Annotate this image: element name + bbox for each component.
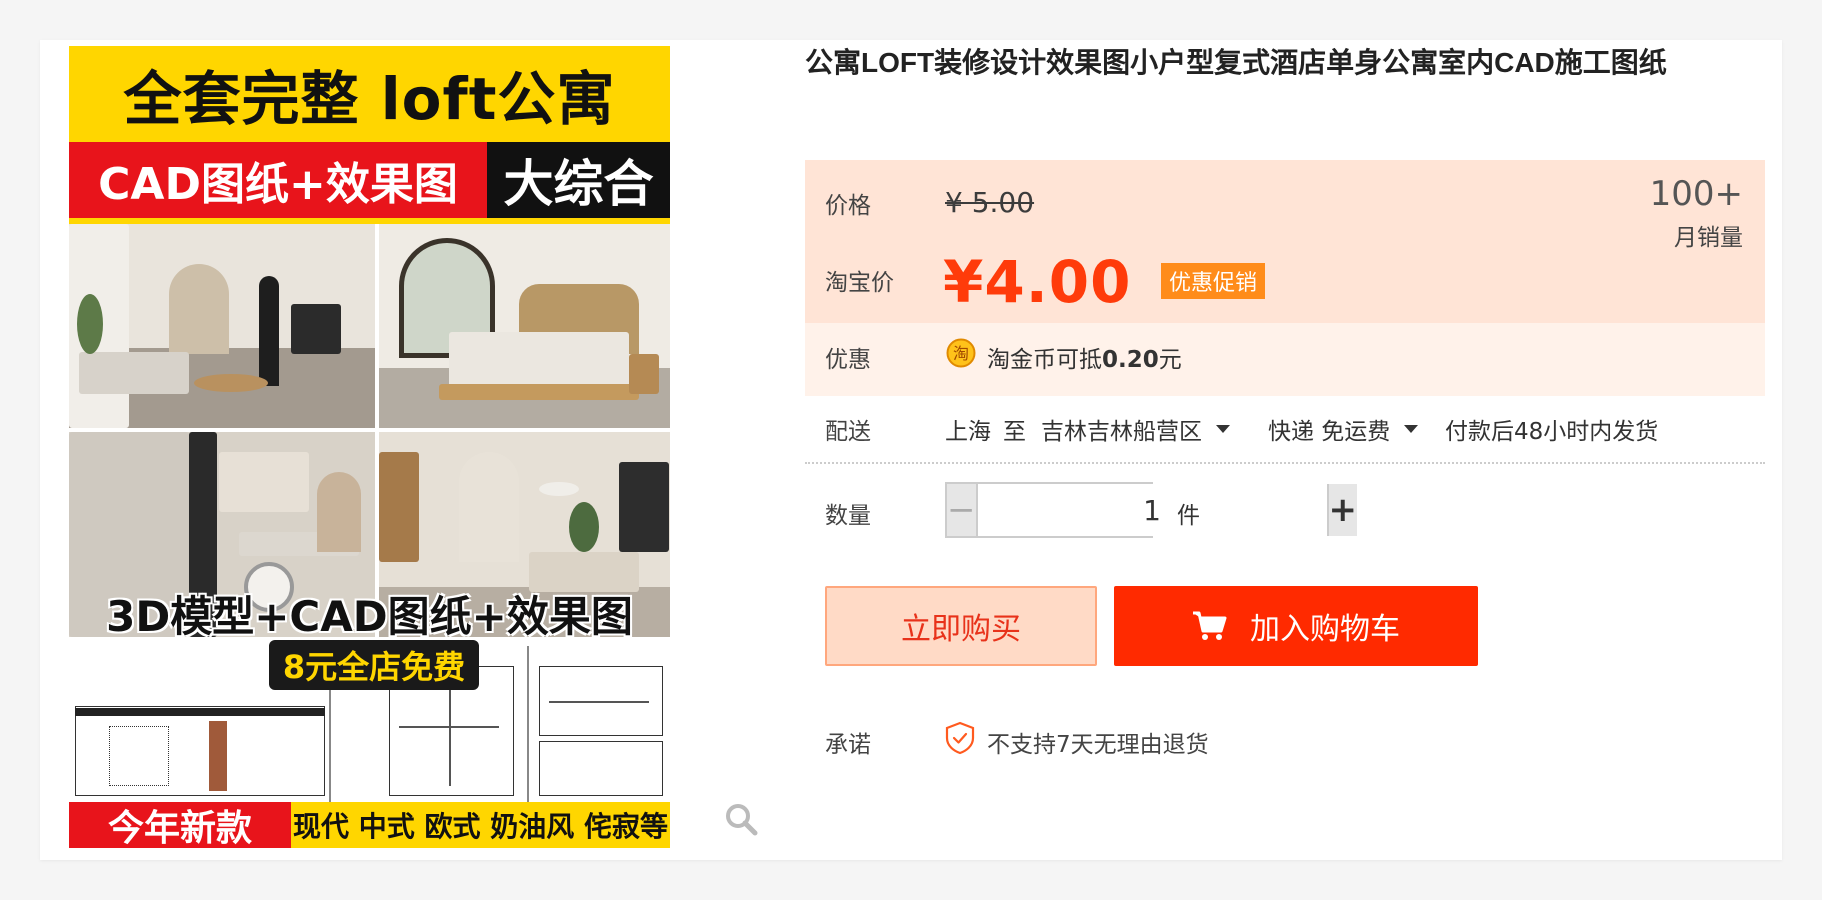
coin-text-suffix: 元 xyxy=(1158,347,1182,373)
svg-text:淘: 淘 xyxy=(953,344,969,363)
free-tag: 8元全店免费 xyxy=(269,640,479,690)
discount-label: 优惠 xyxy=(825,347,871,373)
image-bottom-banner: 今年新款 现代 中式 欧式 奶油风 侘寂等 xyxy=(69,802,670,848)
current-price: ¥4.00 xyxy=(943,248,1132,316)
original-price: ¥ 5.00 xyxy=(945,186,1035,219)
image-red-band: CAD图纸+效果图 大综合 xyxy=(69,142,670,218)
taobao-price-label: 淘宝价 xyxy=(825,270,894,296)
shipping-label: 配送 xyxy=(825,419,871,445)
coin-amount: 0.20 xyxy=(1102,347,1159,373)
promise-label: 承诺 xyxy=(825,732,871,758)
ship-from-city: 上海 xyxy=(945,419,991,445)
promo-badge: 优惠促销 xyxy=(1161,263,1266,299)
quantity-stepper: − + xyxy=(945,482,1357,538)
shipping-method-text: 快递 免运费 xyxy=(1268,419,1391,445)
quantity-label: 数量 xyxy=(825,503,871,529)
photo-bedroom xyxy=(379,224,670,428)
destination-selector[interactable]: 吉林吉林船营区 xyxy=(1041,396,1230,462)
image-caption: 3D模型+CAD图纸+效果图 xyxy=(106,591,633,641)
search-icon[interactable] xyxy=(724,802,758,836)
coin-icon: 淘 xyxy=(946,338,976,368)
quantity-unit: 件 xyxy=(1177,503,1200,529)
product-title: 公寓LOFT装修设计效果图小户型复式酒店单身公寓室内CAD施工图纸 xyxy=(805,47,1667,78)
add-to-cart-button[interactable]: 加入购物车 xyxy=(1114,586,1478,666)
caret-down-icon xyxy=(1404,425,1419,433)
add-to-cart-label: 加入购物车 xyxy=(1250,612,1400,647)
ship-from: 上海 至 xyxy=(945,396,1026,462)
caret-down-icon xyxy=(1216,425,1230,433)
increase-button[interactable]: + xyxy=(1326,484,1357,536)
image-band-right: 大综合 xyxy=(487,142,670,218)
coin-text-prefix: 淘金币可抵 xyxy=(987,347,1102,373)
buy-now-button[interactable]: 立即购买 xyxy=(825,586,1097,666)
product-main-image[interactable]: 全套完整 loft公寓 CAD图纸+效果图 大综合 3D模型+CAD图纸+效果图… xyxy=(69,46,670,848)
destination-text: 吉林吉林船营区 xyxy=(1041,419,1202,445)
coin-discount-text: 淘金币可抵0.20元 xyxy=(987,340,1182,374)
decrease-button[interactable]: − xyxy=(947,484,978,536)
cart-icon xyxy=(1193,611,1227,640)
price-label: 价格 xyxy=(825,193,871,219)
shipping-method-selector[interactable]: 快递 免运费 xyxy=(1268,396,1419,462)
quantity-input[interactable] xyxy=(977,484,1327,536)
image-bottom-left: 今年新款 xyxy=(69,802,291,848)
ship-to-word: 至 xyxy=(1003,419,1026,445)
monthly-sales-label: 月销量 xyxy=(1674,225,1743,251)
monthly-sales-count: 100+ xyxy=(1649,174,1743,214)
shipping-row: 配送 上海 至 吉林吉林船营区 快递 免运费 付款后48小时内发货 xyxy=(805,396,1765,464)
product-card: 全套完整 loft公寓 CAD图纸+效果图 大综合 3D模型+CAD图纸+效果图… xyxy=(40,40,1782,860)
price-panel: 价格 ¥ 5.00 淘宝价 ¥4.00 优惠促销 100+ 月销量 优惠 淘 淘… xyxy=(805,160,1765,396)
image-bottom-right: 现代 中式 欧式 奶油风 侘寂等 xyxy=(291,802,670,848)
quantity-row: 数量 − + 件 xyxy=(805,482,1765,538)
photo-living-room xyxy=(69,224,375,428)
dispatch-time: 付款后48小时内发货 xyxy=(1445,419,1659,445)
shield-check-icon xyxy=(945,721,975,755)
promise-text: 不支持7天无理由退货 xyxy=(987,732,1209,758)
image-band-left: CAD图纸+效果图 xyxy=(69,142,487,218)
image-top-banner: 全套完整 loft公寓 xyxy=(69,46,670,142)
